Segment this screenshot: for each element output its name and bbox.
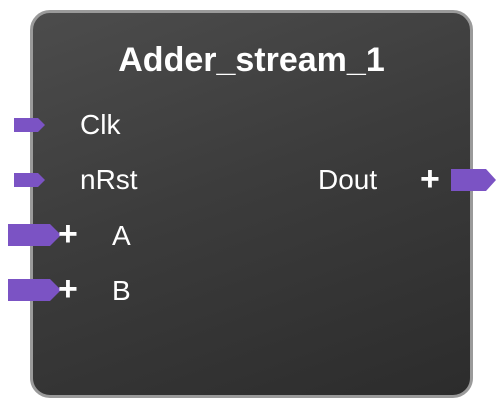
nrst-port-label: nRst <box>80 164 138 195</box>
a-expand-icon[interactable]: + <box>58 217 78 251</box>
diagram-canvas: Adder_stream_1 Clk nRst + A + B Dout + <box>0 0 497 400</box>
b-port-label: B <box>112 275 131 306</box>
dout-bus-pin[interactable] <box>451 169 497 191</box>
a-port-label: A <box>112 220 131 251</box>
b-expand-icon[interactable]: + <box>58 272 78 306</box>
nrst-pin[interactable] <box>14 173 46 187</box>
b-bus-pin[interactable] <box>8 279 62 301</box>
clk-port-label: Clk <box>80 109 121 140</box>
dout-expand-icon[interactable]: + <box>420 162 440 196</box>
dout-port-label: Dout <box>318 164 378 195</box>
clk-pin[interactable] <box>14 118 46 132</box>
block-title: Adder_stream_1 <box>118 41 385 79</box>
a-bus-pin[interactable] <box>8 224 62 246</box>
